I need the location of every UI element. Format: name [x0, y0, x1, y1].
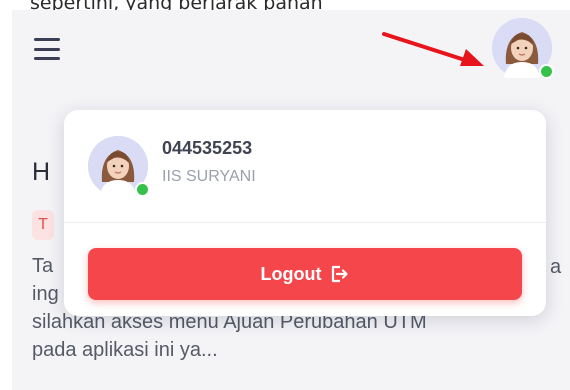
app-screen: H T Ta ing silahkan akses menu Ajuan Per…: [12, 10, 570, 390]
user-name: IIS SURYANI: [162, 168, 256, 185]
background-heading: H: [32, 158, 51, 186]
message-line: pada aplikasi ini ya...: [32, 339, 218, 361]
background-text-fragment: a: [550, 256, 562, 278]
online-status-dot: [539, 64, 554, 79]
user-id: 044535253: [162, 138, 253, 158]
profile-avatar: [88, 136, 150, 197]
logout-button[interactable]: Logout: [88, 248, 522, 300]
hamburger-icon[interactable]: [34, 38, 60, 60]
profile-dropdown: 044535253 IIS SURYANI Logout: [64, 110, 546, 316]
user-avatar[interactable]: [492, 18, 554, 79]
red-arrow-annotation: [382, 32, 484, 66]
divider: [64, 222, 546, 223]
background-badge: T: [32, 210, 54, 240]
logout-label: Logout: [260, 263, 322, 284]
online-status-dot: [135, 182, 150, 197]
logout-icon: [332, 265, 349, 283]
profile-summary: 044535253 IIS SURYANI: [64, 110, 546, 222]
